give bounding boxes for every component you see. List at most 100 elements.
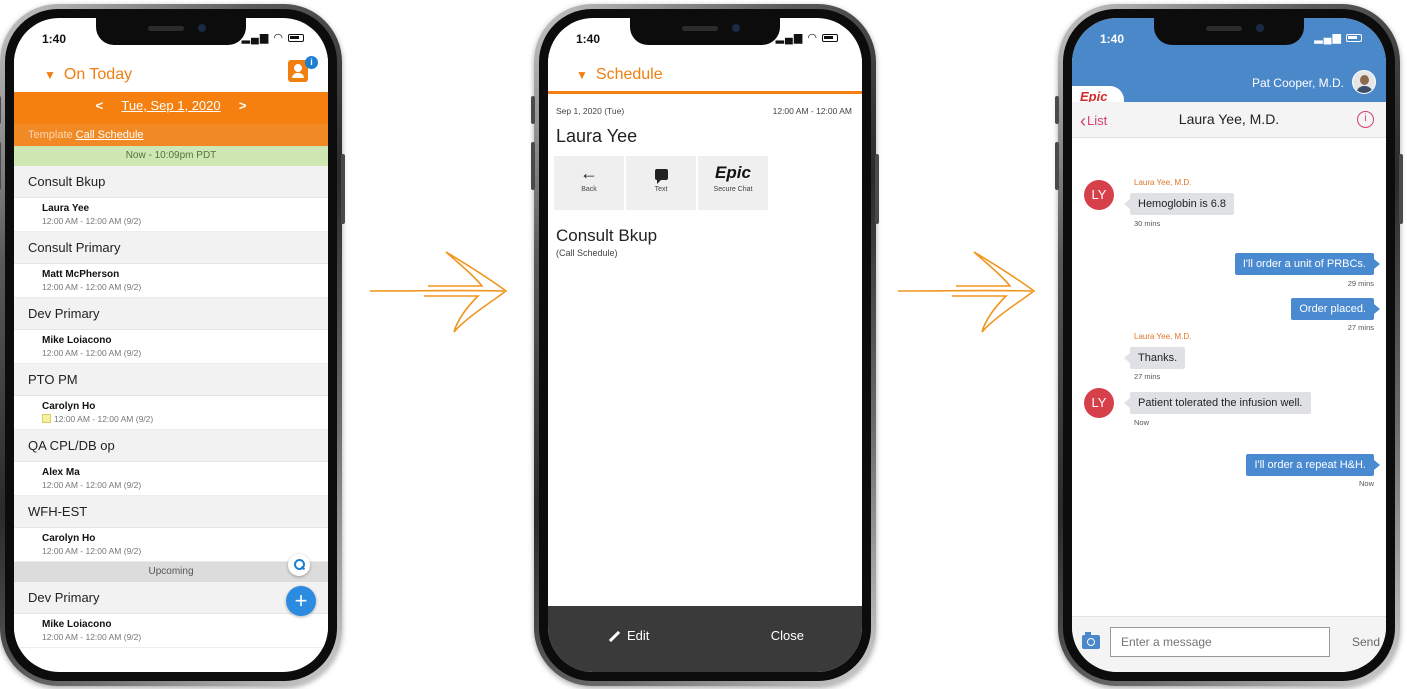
close-button[interactable]: Close	[771, 628, 804, 643]
schedule-section-header: Dev Primary	[14, 298, 328, 330]
search-button[interactable]	[288, 554, 310, 576]
shift-meta: Sep 1, 2020 (Tue) 12:00 AM - 12:00 AM	[556, 106, 852, 116]
sender-avatar: LY	[1084, 388, 1114, 418]
outgoing-message: Order placed.	[1291, 298, 1380, 320]
back-arrow-icon: ←	[580, 163, 598, 183]
phone-side-button	[531, 142, 535, 190]
schedule-section-header: WFH-EST	[14, 496, 328, 528]
chat-title: Laura Yee, M.D.	[1178, 111, 1280, 127]
chevron-down-icon: ▼	[576, 68, 588, 82]
date-navigator: < Tue, Sep 1, 2020 >	[14, 98, 328, 113]
edit-button[interactable]: Edit	[608, 628, 649, 643]
phone-schedule: 1:40 ▂▄▆ ◠ ▼ Schedule Sep 1, 2020 (Tue) 1…	[531, 4, 879, 686]
provider-name: Laura Yee	[42, 203, 90, 214]
current-user-name: Pat Cooper, M.D.	[1251, 76, 1344, 90]
phone-bezel: 1:40 ▂▄▆ Pat Cooper, M.D. Epic ‹List Lau…	[1063, 9, 1395, 681]
schedule-row[interactable]: Carolyn Ho 12:00 AM - 12:00 AM (9/2)	[14, 396, 328, 430]
view-title: Schedule	[595, 66, 663, 83]
phone-bezel: 1:40 ▂▄▆ ◠ ▼ Schedule Sep 1, 2020 (Tue) 1…	[539, 9, 871, 681]
phone-bezel: 1:40 ▂▄▆ ◠ ▼ On Today i < Tue, Sep 1, 2020…	[5, 9, 337, 681]
stage: 1:40 ▂▄▆ ◠ ▼ On Today i < Tue, Sep 1, 2020…	[0, 0, 1407, 689]
header: ▼ Schedule	[548, 54, 862, 94]
compose-bar: Send	[1072, 616, 1386, 672]
schedule-row[interactable]: Mike Loiacono 12:00 AM - 12:00 AM (9/2)	[14, 614, 328, 648]
shift-schedule-name: (Call Schedule)	[556, 248, 618, 258]
notch	[1154, 18, 1304, 45]
outgoing-message: I'll order a unit of PRBCs.	[1234, 253, 1381, 275]
schedule-list[interactable]: Consult Bkup Laura Yee 12:00 AM - 12:00 AM…	[14, 166, 328, 672]
schedule-row[interactable]: Mike Loiacono 12:00 AM - 12:00 AM (9/2)	[14, 330, 328, 364]
date-bar: < Tue, Sep 1, 2020 > Template Call Schedule	[14, 92, 328, 146]
view-selector[interactable]: ▼ Schedule	[576, 66, 663, 84]
pencil-icon	[608, 630, 621, 643]
schedule-row[interactable]: Carolyn Ho 12:00 AM - 12:00 AM (9/2)	[14, 528, 328, 562]
schedule-row[interactable]: Matt McPherson 12:00 AM - 12:00 AM (9/2)	[14, 264, 328, 298]
message-timestamp: Now	[1358, 479, 1374, 488]
provider-name: Carolyn Ho	[42, 401, 96, 412]
view-title: On Today	[63, 66, 133, 83]
message-timestamp: 30 mins	[1134, 219, 1161, 228]
message-input[interactable]	[1110, 627, 1330, 657]
view-selector[interactable]: ▼ On Today	[44, 66, 132, 84]
secure-chat-action-button[interactable]: Epic Secure Chat	[698, 156, 768, 210]
shift-time: 12:00 AM - 12:00 AM (9/2)	[42, 348, 142, 358]
phone-screen: 1:40 ▂▄▆ Pat Cooper, M.D. Epic ‹List Lau…	[1072, 18, 1386, 672]
phone-side-button	[875, 154, 879, 224]
status-square-icon	[42, 414, 51, 423]
provider-name: Mike Loiacono	[42, 619, 112, 630]
edit-label: Edit	[627, 628, 650, 643]
status-icons: ▂▄▆ ◠	[776, 31, 838, 44]
info-icon[interactable]: i	[1357, 111, 1374, 128]
flow-arrow-icon	[897, 251, 1036, 333]
phone-screen: 1:40 ▂▄▆ ◠ ▼ On Today i < Tue, Sep 1, 2020…	[14, 18, 328, 672]
message-timestamp: 27 mins	[1134, 372, 1161, 381]
template-link[interactable]: Call Schedule	[76, 129, 144, 141]
battery-icon	[288, 34, 304, 43]
schedule-row[interactable]: Laura Yee 12:00 AM - 12:00 AM (9/2)	[14, 198, 328, 232]
sender-name: Laura Yee, M.D.	[1134, 332, 1192, 341]
user-avatar[interactable]	[1352, 70, 1376, 94]
schedule-row[interactable]: Alex Ma 12:00 AM - 12:00 AM (9/2)	[14, 462, 328, 496]
prev-day-button[interactable]: <	[89, 98, 109, 113]
flow-arrow-icon	[369, 251, 508, 333]
now-indicator: Now - 10:09pm PDT	[14, 146, 328, 166]
message-timestamp: Now	[1134, 418, 1150, 427]
phone-side-button	[531, 96, 535, 124]
camera-icon[interactable]	[1082, 632, 1100, 649]
incoming-message: Hemoglobin is 6.8	[1123, 193, 1235, 215]
add-button[interactable]: +	[286, 586, 316, 616]
chat-nav-bar: ‹List Laura Yee, M.D. i	[1072, 102, 1386, 138]
back-action-label: Back	[581, 186, 597, 193]
shift-time: 12:00 AM - 12:00 AM (9/2)	[42, 480, 142, 490]
message-timestamp: 29 mins	[1347, 279, 1374, 288]
schedule-section-header: Consult Bkup	[14, 166, 328, 198]
next-day-button[interactable]: >	[233, 98, 253, 113]
phone-side-button	[0, 96, 1, 124]
shift-time-range: 12:00 AM - 12:00 AM	[772, 106, 852, 116]
shift-time: 12:00 AM - 12:00 AM (9/2)	[42, 216, 142, 226]
back-action-button[interactable]: ← Back	[554, 156, 624, 210]
phone-on-today: 1:40 ▂▄▆ ◠ ▼ On Today i < Tue, Sep 1, 2020…	[0, 4, 345, 686]
sender-avatar: LY	[1084, 180, 1114, 210]
phone-side-button	[1055, 96, 1059, 124]
send-button[interactable]: Send	[1352, 635, 1380, 649]
incoming-message: Thanks.	[1123, 347, 1186, 369]
notch	[96, 18, 246, 45]
upcoming-divider: Upcoming	[14, 562, 328, 582]
current-date[interactable]: Tue, Sep 1, 2020	[121, 98, 220, 113]
shift-time-text: 12:00 AM - 12:00 AM (9/2)	[54, 414, 154, 424]
notch	[630, 18, 780, 45]
shift-name: Consult Bkup	[556, 226, 658, 245]
provider-name: Carolyn Ho	[42, 533, 96, 544]
battery-icon	[1346, 34, 1362, 43]
sender-name: Laura Yee, M.D.	[1134, 178, 1192, 187]
phone-side-button	[341, 154, 345, 224]
text-action-button[interactable]: Text	[626, 156, 696, 210]
shift-time: 12:00 AM - 12:00 AM (9/2)	[42, 632, 142, 642]
schedule-section-header: QA CPL/DB op	[14, 430, 328, 462]
phone-side-button	[1399, 154, 1403, 224]
schedule-section-header: Dev Primary	[14, 582, 328, 614]
header: ▼ On Today i	[14, 54, 328, 92]
shift-time: 12:00 AM - 12:00 AM (9/2)	[42, 546, 142, 556]
chevron-down-icon: ▼	[44, 68, 56, 82]
